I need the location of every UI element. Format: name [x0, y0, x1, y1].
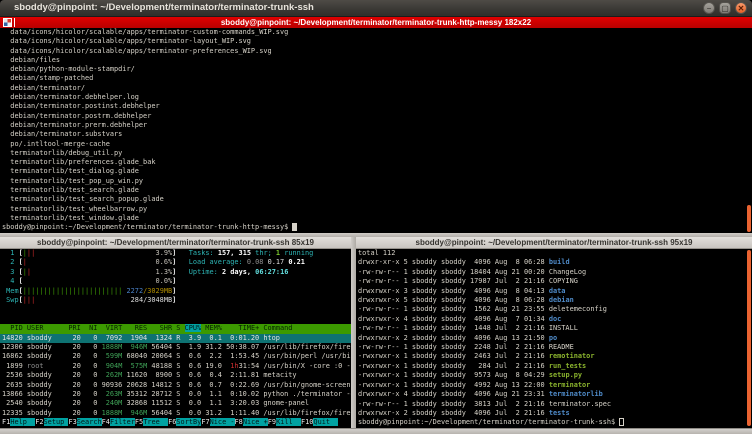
terminal-line: 2 [| 0.6%] Load average: 0.08 0.17 0.21: [0, 258, 351, 267]
terminal-line: debian/terminator.debhelper.log: [0, 93, 752, 102]
terminal-line: drwxrwxr-x 4 sboddy sboddy 4096 Aug 21 2…: [356, 390, 752, 399]
terminal-line: debian/terminator.prerm.debhelper: [0, 121, 752, 130]
terminal-line: terminatorlib/test_pop_up_win.py: [0, 177, 752, 186]
terminal-line: terminatorlib/preferences.glade_bak: [0, 158, 752, 167]
terminal-line: -rw-rw-r-- 1 sboddy sboddy 18404 Aug 21 …: [356, 268, 752, 277]
terminal-line: drwxrwxr-x 2 sboddy sboddy 4096 Jul 2 21…: [356, 409, 752, 418]
terminal-line: po/.intltool-merge-cache: [0, 140, 752, 149]
terminal-line: 2540 sboddy 20 0 240M 32868 11512 S 0.0 …: [0, 399, 351, 408]
terminal-line: total 112: [356, 249, 752, 258]
titlebar-separator: [14, 18, 15, 27]
terminal-line: drwxr-xr-x 5 sboddy sboddy 4096 Aug 8 06…: [356, 258, 752, 267]
ls-terminal[interactable]: total 112drwxr-xr-x 5 sboddy sboddy 4096…: [356, 249, 752, 428]
terminal-line: sboddy@pinpoint:~/Development/terminator…: [0, 223, 752, 232]
terminal-line: PID USER PRI NI VIRT RES SHR S CPU% MEM%…: [0, 324, 351, 333]
terminal-line: 12306 sboddy 20 0 1888M 946M 56404 S 1.9…: [0, 343, 351, 352]
terminator-window: sboddy@pinpoint: ~/Development/terminato…: [0, 0, 752, 434]
terminal-line: -rw-rw-r-- 1 sboddy sboddy 2248 Jul 2 21…: [356, 343, 752, 352]
htop-terminal-titlebar[interactable]: sboddy@pinpoint: ~/Development/terminato…: [0, 237, 351, 249]
terminal-line: [0, 305, 351, 314]
terminal-line: 1899 root 20 0 904M 575M 48188 S 0.6 19.…: [0, 362, 351, 371]
ls-terminal-title: sboddy@pinpoint: ~/Development/terminato…: [416, 238, 693, 247]
terminal-line: 16862 sboddy 20 0 599M 68040 20064 S 0.6…: [0, 352, 351, 361]
terminal-line: -rwxrwxr-x 1 sboddy sboddy 2463 Jul 2 21…: [356, 352, 752, 361]
terminal-line: debian/terminator.postrm.debhelper: [0, 112, 752, 121]
terminal-line: 2536 sboddy 20 0 262M 11620 8900 S 0.6 0…: [0, 371, 351, 380]
terminal-line: 12335 sboddy 20 0 1888M 946M 56404 S 0.0…: [0, 409, 351, 418]
terminal-line: Swp[||| 284/3048MB]: [0, 296, 351, 305]
terminal-line: terminatorlib/test_window.glade: [0, 214, 752, 223]
ls-terminal-scrollbar[interactable]: [747, 250, 751, 426]
terminal-line: drwxrwxr-x 5 sboddy sboddy 4096 Aug 8 06…: [356, 296, 752, 305]
window-controls: − ▢ ✕: [703, 2, 747, 14]
terminal-group-icon[interactable]: [3, 18, 12, 27]
terminal-line: Mem[|||||||||||||||||||||||| 2272/3029MB…: [0, 287, 351, 296]
terminal-line: debian/terminator.postinst.debhelper: [0, 102, 752, 111]
terminal-line: -rw-rw-r-- 1 sboddy sboddy 17987 Jul 2 2…: [356, 277, 752, 286]
terminal-line: 13866 sboddy 20 0 263M 35312 28712 S 0.0…: [0, 390, 351, 399]
maximize-icon[interactable]: ▢: [719, 2, 731, 14]
terminal-line: -rw-rw-r-- 1 sboddy sboddy 3813 Jul 2 21…: [356, 400, 752, 409]
ls-terminal-titlebar[interactable]: sboddy@pinpoint: ~/Development/terminato…: [356, 237, 752, 249]
terminal-line: terminatorlib/debug_util.py: [0, 149, 752, 158]
terminal-line: 2635 sboddy 20 0 90936 20628 14812 S 0.6…: [0, 381, 351, 390]
terminal-line: -rw-rw-r-- 1 sboddy sboddy 1562 Aug 21 2…: [356, 305, 752, 314]
top-terminal[interactable]: data/icons/hicolor/scalable/apps/termina…: [0, 28, 752, 233]
terminal-line: F1Help F2Setup F3SearchF4FilterF5Tree F6…: [0, 418, 351, 427]
top-terminal-title: sboddy@pinpoint: ~/Development/terminato…: [221, 18, 531, 27]
window-bottom-edge[interactable]: [0, 428, 752, 434]
htop-terminal-title: sboddy@pinpoint: ~/Development/terminato…: [37, 238, 314, 247]
terminal-line: data/icons/hicolor/scalable/apps/termina…: [0, 37, 752, 46]
terminal-line: debian/stamp-patched: [0, 74, 752, 83]
terminal-line: -rwxrwxr-x 1 sboddy sboddy 4992 Aug 13 2…: [356, 381, 752, 390]
terminal-line: -rwxrwxr-x 1 sboddy sboddy 284 Jul 2 21:…: [356, 362, 752, 371]
minimize-icon[interactable]: −: [703, 2, 715, 14]
terminal-line: -rw-rw-r-- 1 sboddy sboddy 1448 Jul 2 21…: [356, 324, 752, 333]
terminal-line: debian/files: [0, 56, 752, 65]
terminal-line: -rwxrwxr-x 1 sboddy sboddy 9573 Aug 8 04…: [356, 371, 752, 380]
top-terminal-scrollbar[interactable]: [747, 205, 751, 232]
terminal-line: drwxrwxr-x 2 sboddy sboddy 4096 Aug 13 2…: [356, 334, 752, 343]
window-titlebar[interactable]: sboddy@pinpoint: ~/Development/terminato…: [0, 0, 752, 17]
terminal-line: debian/terminator/: [0, 84, 752, 93]
terminal-line: terminatorlib/test_wheelbarrow.py: [0, 205, 752, 214]
terminal-line: 4 [ 0.0%]: [0, 277, 351, 286]
window-title: sboddy@pinpoint: ~/Development/terminato…: [14, 2, 314, 13]
terminal-line: drwxrwxr-x 4 sboddy sboddy 4096 Aug 7 01…: [356, 315, 752, 324]
htop-terminal[interactable]: 1 [||| 3.9%] Tasks: 157, 315 thr; 1 runn…: [0, 249, 351, 428]
close-icon[interactable]: ✕: [735, 2, 747, 14]
terminal-line: [0, 315, 351, 324]
terminal-line: 3 [|| 1.3%] Uptime: 2 days, 06:27:16: [0, 268, 351, 277]
terminal-line: debian/python-module-stampdir/: [0, 65, 752, 74]
terminal-line: drwxrwxr-x 3 sboddy sboddy 4096 Aug 8 04…: [356, 287, 752, 296]
terminal-line: terminatorlib/test_search_popup.glade: [0, 195, 752, 204]
terminal-line: sboddy@pinpoint:~/Development/terminator…: [356, 418, 752, 427]
terminal-line: 14820 sboddy 20 0 7092 1904 1324 R 3.9 0…: [0, 334, 351, 343]
terminal-line: data/icons/hicolor/scalable/apps/termina…: [0, 47, 752, 56]
terminal-line: terminatorlib/test_dialog.glade: [0, 167, 752, 176]
top-terminal-titlebar[interactable]: sboddy@pinpoint: ~/Development/terminato…: [0, 17, 752, 28]
terminal-line: 1 [||| 3.9%] Tasks: 157, 315 thr; 1 runn…: [0, 249, 351, 258]
terminal-line: data/icons/hicolor/scalable/apps/termina…: [0, 28, 752, 37]
terminal-line: debian/terminator.substvars: [0, 130, 752, 139]
terminal-line: terminatorlib/test_search.glade: [0, 186, 752, 195]
